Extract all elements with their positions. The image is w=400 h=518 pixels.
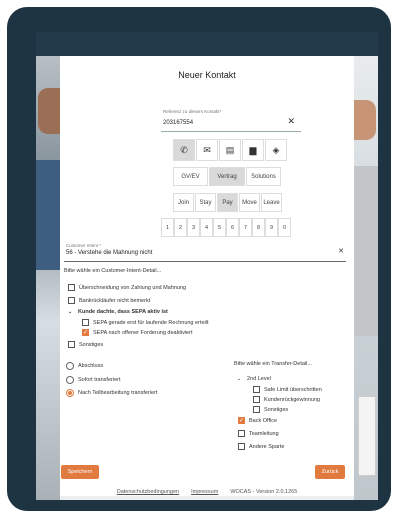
category-gvev-button[interactable]: GV/EV <box>173 167 208 186</box>
top-bar <box>36 32 378 56</box>
transfer-back-office[interactable]: ✓ Back Office <box>238 417 277 424</box>
version-text: WOCAS - Version 2.0.1265 <box>230 489 298 495</box>
number-0-button[interactable]: 0 <box>278 218 291 237</box>
resolution-abschluss[interactable]: Abschluss <box>66 362 103 370</box>
app-screen: Neuer Kontakt Referenz zu diesem Kontakt… <box>36 32 378 500</box>
email-icon: ✉ <box>203 144 211 155</box>
radio-checked[interactable] <box>66 389 74 397</box>
channel-selector: ✆ ✉ ▤ ▆ ◈ <box>173 139 288 161</box>
checkbox-checked[interactable]: ✓ <box>82 329 89 336</box>
transfer-detail-prompt: Bitte wähle ein Transfer-Detail... <box>234 361 312 367</box>
chevron-down-icon[interactable]: ⌄ <box>68 309 74 315</box>
diamond-icon: ◈ <box>272 144 280 155</box>
radio[interactable] <box>66 362 74 370</box>
intent-detail-prompt: Bitte wähle ein Customer-Intent-Detail..… <box>64 268 162 274</box>
intent-detail-sepa-2[interactable]: ✓ SEPA nach offener Forderung deaktiviert <box>82 329 192 336</box>
number-9-button[interactable]: 9 <box>265 218 278 237</box>
intent-detail-sepa-1[interactable]: SEPA gerade erst für laufende Rechnung e… <box>82 319 208 326</box>
chat-channel-button[interactable]: ▆ <box>242 139 264 161</box>
number-2-button[interactable]: 2 <box>174 218 187 237</box>
diamond-channel-button[interactable]: ◈ <box>265 139 287 161</box>
background-photo-right <box>354 56 378 500</box>
checkbox[interactable] <box>68 284 75 291</box>
customer-intent-label: Customer Intent * <box>66 243 102 248</box>
phase-selector: Join Stay Pay Move Leave <box>173 193 283 212</box>
customer-intent-value: 56 - Verstehe die Mahnung nicht <box>66 250 153 256</box>
document-icon: ▤ <box>225 144 235 155</box>
clear-intent-icon[interactable]: ✕ <box>338 247 344 255</box>
back-button[interactable]: Zurück <box>315 465 345 479</box>
phase-move-button[interactable]: Move <box>239 193 260 212</box>
radio[interactable] <box>66 376 74 384</box>
checkbox[interactable] <box>238 430 245 437</box>
intent-detail-bank[interactable]: Bankrückläufer nicht bemerkt <box>68 297 150 304</box>
phase-leave-button[interactable]: Leave <box>261 193 282 212</box>
new-contact-dialog: Neuer Kontakt Referenz zu diesem Kontakt… <box>60 56 354 496</box>
footer: Datenschutzbedingungen Impressum WOCAS -… <box>36 484 378 500</box>
checkbox[interactable] <box>82 319 89 326</box>
intent-detail-other[interactable]: Sonstiges <box>68 341 103 348</box>
number-4-button[interactable]: 4 <box>200 218 213 237</box>
reference-label: Referenz zu diesem Kontakt* <box>163 109 222 114</box>
customer-intent-field[interactable]: Customer Intent * 56 - Verstehe die Mahn… <box>64 242 346 262</box>
number-3-button[interactable]: 3 <box>187 218 200 237</box>
phase-join-button[interactable]: Join <box>173 193 194 212</box>
document-channel-button[interactable]: ▤ <box>219 139 241 161</box>
transfer-teamleitung[interactable]: Teamleitung <box>238 430 279 437</box>
number-7-button[interactable]: 7 <box>239 218 252 237</box>
tablet-frame: Neuer Kontakt Referenz zu diesem Kontakt… <box>7 7 391 511</box>
phase-stay-button[interactable]: Stay <box>195 193 216 212</box>
transfer-safe-limit[interactable]: Safe Limit überschritten <box>253 386 322 393</box>
checkbox[interactable] <box>68 341 75 348</box>
reference-value: 203167554 <box>163 120 194 126</box>
number-1-button[interactable]: 1 <box>161 218 174 237</box>
category-selector: GV/EV Vertrag Solutions <box>173 167 282 186</box>
clear-reference-icon[interactable]: ✕ <box>287 116 295 127</box>
transfer-2nd-level[interactable]: ⌄ 2nd Level <box>237 376 271 382</box>
category-solutions-button[interactable]: Solutions <box>246 167 281 186</box>
checkbox[interactable] <box>238 443 245 450</box>
dialog-title: Neuer Kontakt <box>178 70 236 80</box>
imprint-link[interactable]: Impressum <box>191 489 218 495</box>
phone-channel-button[interactable]: ✆ <box>173 139 195 161</box>
number-6-button[interactable]: 6 <box>226 218 239 237</box>
email-channel-button[interactable]: ✉ <box>196 139 218 161</box>
checkbox-checked[interactable]: ✓ <box>238 417 245 424</box>
resolution-nach[interactable]: Nach Teilbearbeitung transferiert <box>66 389 157 397</box>
checkbox[interactable] <box>253 406 260 413</box>
transfer-kundenrueckgewinnung[interactable]: Kundenrückgewinnung <box>253 396 320 403</box>
checkbox[interactable] <box>68 297 75 304</box>
save-button[interactable]: Speichern <box>61 465 99 479</box>
privacy-link[interactable]: Datenschutzbedingungen <box>117 489 179 495</box>
checkbox[interactable] <box>253 386 260 393</box>
category-vertrag-button[interactable]: Vertrag <box>209 167 245 186</box>
phase-pay-button[interactable]: Pay <box>217 193 238 212</box>
transfer-sonstiges[interactable]: Sonstiges <box>253 406 288 413</box>
transfer-andere-sparte[interactable]: Andere Sparte <box>238 443 284 450</box>
number-8-button[interactable]: 8 <box>252 218 265 237</box>
phone-icon: ✆ <box>180 144 188 155</box>
reference-field[interactable]: Referenz zu diesem Kontakt* 203167554 ✕ <box>161 108 301 132</box>
chat-icon: ▆ <box>249 144 257 155</box>
chevron-down-icon[interactable]: ⌄ <box>237 376 243 382</box>
number-5-button[interactable]: 5 <box>213 218 226 237</box>
intent-detail-overlap[interactable]: Überschneidung von Zahlung und Mahnung <box>68 284 186 291</box>
checkbox[interactable] <box>253 396 260 403</box>
intent-detail-sepa-group[interactable]: ⌄ Kunde dachte, dass SEPA aktiv ist <box>68 309 168 315</box>
background-photo-left <box>36 56 60 500</box>
number-selector: 1234567890 <box>161 218 291 237</box>
resolution-sofort[interactable]: Sofort transferiert <box>66 376 121 384</box>
